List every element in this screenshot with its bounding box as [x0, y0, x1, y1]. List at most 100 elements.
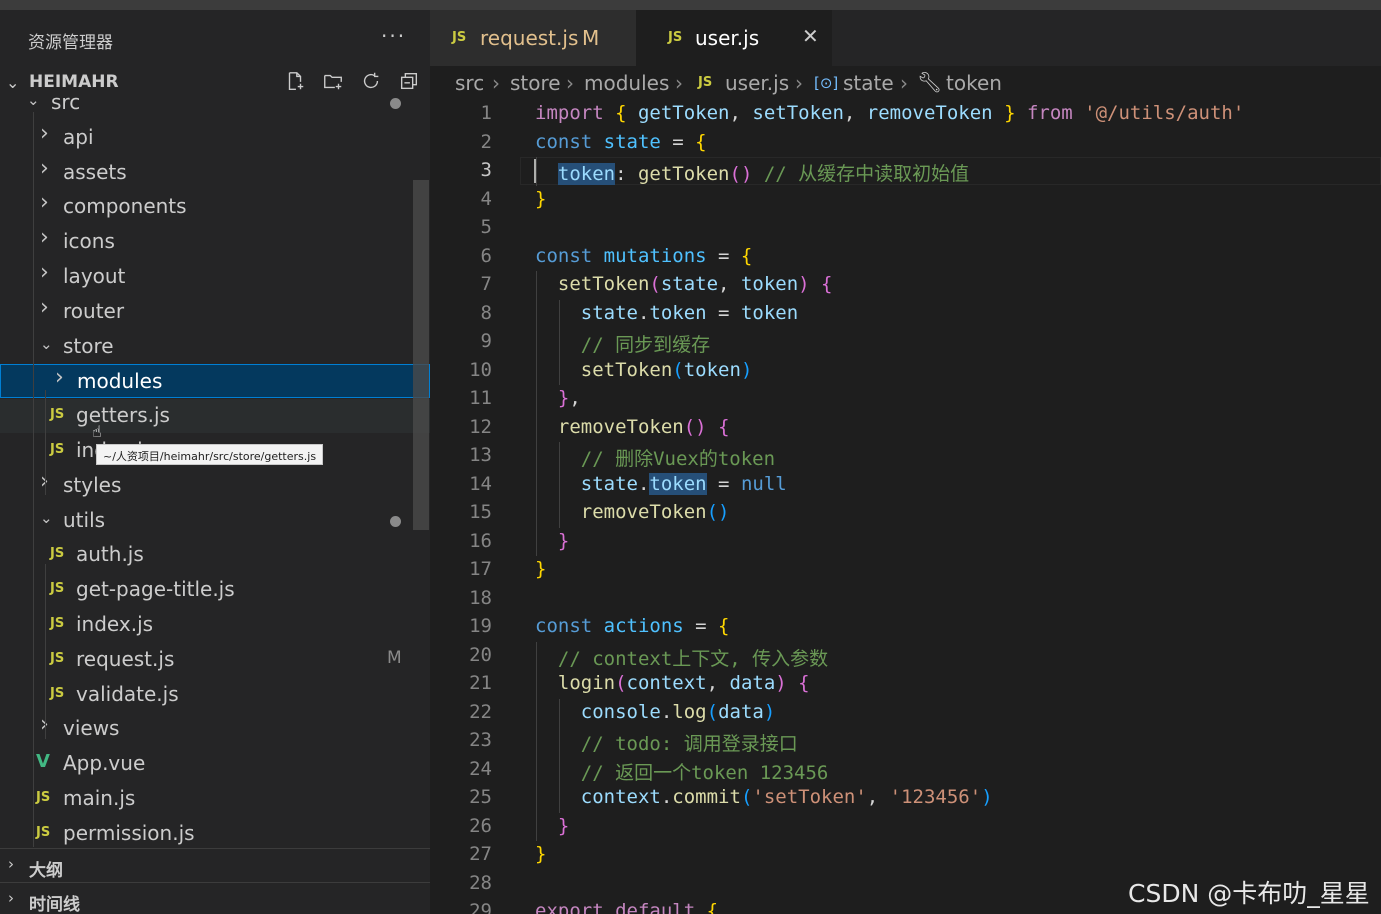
tree-file[interactable]: JS permission.js	[0, 817, 430, 847]
tree-file[interactable]: JS auth.js	[0, 538, 430, 572]
line-number: 15	[469, 501, 492, 523]
line-number: 9	[480, 330, 492, 352]
tree-folder[interactable]: ⌄ store	[0, 330, 430, 364]
code-line[interactable]: 2 const state = {	[430, 129, 1381, 157]
tree-folder[interactable]: › icons	[0, 225, 430, 259]
tree-folder[interactable]: › components	[0, 190, 430, 224]
more-actions-icon[interactable]: ···	[381, 24, 406, 48]
breadcrumb-item[interactable]: state	[843, 71, 894, 95]
code-token: =	[706, 301, 741, 324]
tree-item-label: views	[63, 716, 120, 741]
new-file-icon[interactable]	[282, 68, 308, 94]
code-line[interactable]: 19 const actions = {	[430, 613, 1381, 641]
tree-item-label: modules	[77, 369, 163, 394]
chevron-right-icon: ›	[40, 294, 49, 320]
indent-guide	[559, 698, 560, 813]
tree-file[interactable]: JS index.js	[0, 608, 430, 642]
collapse-all-icon[interactable]	[396, 68, 422, 94]
code-line[interactable]: 22 console.log(data)	[430, 699, 1381, 727]
code-line[interactable]: 3 token: getToken() // 从缓存中读取初始值	[430, 157, 1381, 185]
code-token: =	[660, 130, 696, 153]
code-line[interactable]: 21 login(context, data) {	[430, 670, 1381, 698]
tree-folder[interactable]: › router	[0, 295, 430, 329]
code-line[interactable]: 25 context.commit('setToken', '123456')	[430, 784, 1381, 812]
code-line[interactable]: 13 // 删除Vuex的token	[430, 442, 1381, 470]
js-file-icon: JS	[452, 30, 467, 45]
tree-folder[interactable]: › modules	[0, 364, 430, 399]
tree-file[interactable]: JS request.js M	[0, 643, 430, 677]
sidebar-scrollbar[interactable]	[413, 180, 429, 530]
code-editor[interactable]: 1 import { getToken, setToken, removeToke…	[430, 100, 1381, 914]
code-line[interactable]: 20 // context上下文, 传入参数	[430, 642, 1381, 670]
breadcrumb-item[interactable]: src	[455, 71, 484, 95]
code-line[interactable]: 18	[430, 585, 1381, 613]
timeline-section[interactable]: › 时间线	[0, 882, 430, 914]
breadcrumb-item[interactable]: token	[946, 71, 1002, 95]
breadcrumb-item[interactable]: store	[510, 71, 561, 95]
outline-section[interactable]: › 大纲	[0, 848, 430, 882]
tree-folder[interactable]: › api	[0, 121, 430, 155]
breadcrumb-item[interactable]: modules	[584, 71, 669, 95]
close-icon[interactable]: ✕	[802, 24, 819, 48]
line-number: 4	[480, 187, 492, 210]
tree-folder[interactable]: › views	[0, 712, 430, 746]
code-token: context	[535, 786, 661, 808]
code-token: removeToken	[535, 501, 707, 523]
tree-item-label: assets	[63, 159, 127, 184]
code-line[interactable]: 7 setToken(state, token) {	[430, 271, 1381, 299]
tree-item-label: main.js	[63, 786, 136, 810]
code-line[interactable]: 27}	[430, 841, 1381, 869]
code-line[interactable]: 5	[430, 214, 1381, 242]
refresh-icon[interactable]	[358, 68, 384, 94]
code-line[interactable]: 4}	[430, 186, 1381, 214]
code-line[interactable]: 9 // 同步到缓存	[430, 328, 1381, 356]
code-token: from	[1015, 102, 1085, 124]
code-line[interactable]: 17}	[430, 556, 1381, 584]
code-token: token	[740, 273, 799, 295]
tree-folder[interactable]: ⌄ utils	[0, 504, 430, 538]
code-line[interactable]: 8 state.token = token	[430, 300, 1381, 328]
line-number: 25	[469, 786, 492, 808]
code-token: )	[775, 672, 787, 694]
tree-file[interactable]: JS validate.js	[0, 678, 430, 712]
tree-file[interactable]: JS get-page-title.js	[0, 573, 430, 607]
tree-file[interactable]: V App.vue	[0, 747, 430, 781]
code-line[interactable]: 6 const mutations = {	[430, 243, 1381, 271]
modified-dot-icon	[390, 98, 401, 109]
file-tree: ⌄ src › api › assets › components › icons › layout ›…	[0, 92, 430, 847]
code-line[interactable]: 11 },	[430, 385, 1381, 413]
tab-user-js[interactable]: JS user.js ✕	[636, 10, 832, 66]
line-number: 29	[469, 900, 492, 914]
tree-file[interactable]: JS main.js	[0, 782, 430, 816]
tree-folder[interactable]: › layout	[0, 260, 430, 294]
tree-folder[interactable]: ⌄ src	[0, 92, 430, 120]
code-line[interactable]: 12 removeToken() {	[430, 414, 1381, 442]
code-line[interactable]: 26 }	[430, 813, 1381, 841]
code-line[interactable]: 16 }	[430, 528, 1381, 556]
line-number: 10	[469, 358, 492, 381]
tree-item-label: auth.js	[76, 542, 144, 567]
line-number: 24	[469, 757, 492, 780]
line-number: 14	[469, 472, 492, 495]
code-token: )	[740, 358, 753, 381]
code-line[interactable]: 1 import { getToken, setToken, removeToke…	[430, 100, 1381, 128]
tree-file[interactable]: JS getters.js	[0, 399, 430, 434]
code-line[interactable]: 10 setToken(token)	[430, 357, 1381, 385]
outline-section-label: 大纲	[29, 861, 63, 881]
tab-label: request.js	[480, 26, 579, 50]
code-token: // 从缓存中读取初始值	[752, 163, 970, 185]
code-text: const mutations = {	[535, 245, 752, 267]
code-line[interactable]: 24 // 返回一个token 123456	[430, 756, 1381, 784]
code-token: // 返回一个token 123456	[535, 761, 829, 784]
code-line[interactable]: 15 removeToken()	[430, 499, 1381, 527]
text-caret	[534, 159, 536, 183]
tab-request-js[interactable]: JS request.js M	[430, 10, 636, 66]
code-token: setToken	[535, 273, 650, 295]
breadcrumb-item[interactable]: user.js	[725, 71, 789, 95]
new-folder-icon[interactable]	[320, 68, 346, 94]
code-line[interactable]: 23 // todo: 调用登录接口	[430, 727, 1381, 755]
code-line[interactable]: 14 state.token = null	[430, 471, 1381, 499]
tree-folder[interactable]: › styles	[0, 469, 430, 503]
tree-folder[interactable]: › assets	[0, 156, 430, 190]
